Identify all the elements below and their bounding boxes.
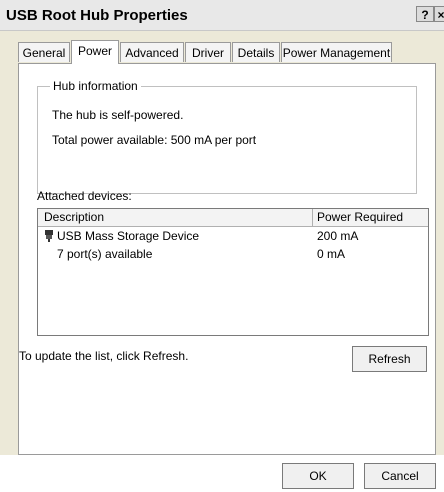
tab-details[interactable]: Details: [232, 42, 280, 62]
cancel-button[interactable]: Cancel: [364, 463, 436, 489]
close-button[interactable]: ×: [434, 6, 444, 22]
device-power: 200 mA: [317, 229, 359, 243]
title-bar: USB Root Hub Properties ? ×: [0, 0, 444, 31]
column-power-required[interactable]: Power Required: [317, 210, 403, 224]
refresh-button[interactable]: Refresh: [352, 346, 427, 372]
tab-power-management[interactable]: Power Management: [281, 42, 392, 62]
window-title: USB Root Hub Properties: [6, 7, 188, 24]
device-power: 0 mA: [317, 247, 346, 261]
attached-devices-list[interactable]: Description Power Required USB Mass Stor…: [37, 208, 429, 336]
total-power-text: Total power available: 500 mA per port: [52, 133, 257, 147]
hub-information-group: Hub information The hub is self-powered.…: [37, 79, 417, 194]
list-header: Description Power Required: [38, 209, 428, 227]
list-item[interactable]: USB Mass Storage Device 200 mA: [38, 227, 428, 245]
tab-general[interactable]: General: [18, 42, 70, 62]
tab-driver[interactable]: Driver: [185, 42, 231, 62]
usb-plug-icon: [45, 230, 53, 242]
help-button[interactable]: ?: [416, 6, 434, 22]
column-divider[interactable]: [312, 209, 313, 226]
properties-dialog: USB Root Hub Properties ? × General Powe…: [0, 0, 444, 492]
attached-devices-label: Attached devices:: [37, 189, 132, 203]
dialog-button-bar: OK Cancel: [0, 455, 444, 492]
hub-information-title: Hub information: [50, 79, 141, 93]
ok-button[interactable]: OK: [282, 463, 354, 489]
column-description[interactable]: Description: [44, 210, 104, 224]
tab-power[interactable]: Power: [71, 40, 119, 64]
list-item[interactable]: 7 port(s) available 0 mA: [38, 245, 428, 263]
power-tab-panel: Hub information The hub is self-powered.…: [18, 63, 436, 455]
self-powered-text: The hub is self-powered.: [52, 108, 184, 122]
device-description: USB Mass Storage Device: [57, 229, 200, 243]
refresh-hint: To update the list, click Refresh.: [19, 349, 189, 363]
tab-advanced[interactable]: Advanced: [120, 42, 184, 62]
device-description: 7 port(s) available: [57, 247, 153, 261]
